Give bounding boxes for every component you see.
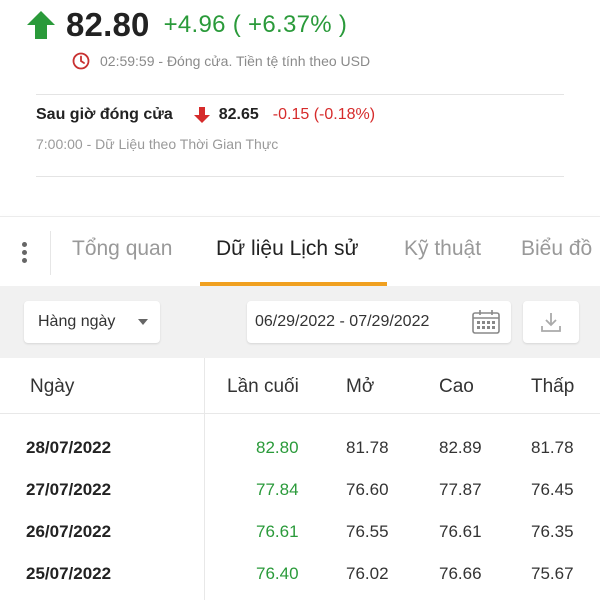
table-header: Ngày Lần cuối Mở Cao Thấp <box>0 358 600 414</box>
tab-technical[interactable]: Kỹ thuật <box>404 237 481 261</box>
cell-high: 82.89 <box>439 438 482 457</box>
date-range-label: 06/29/2022 - 07/29/2022 <box>255 313 430 330</box>
after-hours-label: Sau giờ đóng cửa <box>36 106 173 123</box>
tab-chart[interactable]: Biểu đồ <box>521 237 592 261</box>
after-hours-price: 82.65 <box>218 106 259 123</box>
cell-high: 76.61 <box>439 522 482 541</box>
divider <box>36 176 564 177</box>
arrow-down-icon <box>193 107 210 123</box>
tab-divider <box>50 231 51 275</box>
divider <box>36 94 564 95</box>
quote-panel: 82.80 +4.96 ( +6.37% ) 02:59:59 - Đóng c… <box>0 0 600 216</box>
download-icon <box>541 313 561 332</box>
price-change: +4.96 ( +6.37% ) <box>163 11 348 38</box>
close-info-text: 02:59:59 - Đóng cửa. Tiền tệ tính theo U… <box>100 53 371 69</box>
cell-last: 77.84 <box>256 480 299 499</box>
table-row: 28/07/2022 82.80 81.78 82.89 81.78 <box>0 426 600 468</box>
after-hours-subtext: 7:00:00 - Dữ Liệu theo Thời Gian Thực <box>36 136 279 152</box>
tab-historical-data[interactable]: Dữ liệu Lịch sử <box>216 237 359 261</box>
cell-low: 81.78 <box>531 438 574 457</box>
price-row: 82.80 +4.96 ( +6.37% ) <box>26 6 347 44</box>
column-header-high[interactable]: Cao <box>439 376 474 398</box>
tab-overview[interactable]: Tổng quan <box>72 237 172 261</box>
cell-low: 76.45 <box>531 480 574 499</box>
calendar-icon <box>472 310 500 334</box>
arrow-up-icon <box>27 11 55 39</box>
column-header-low[interactable]: Thấp <box>531 376 574 398</box>
table-row: 25/07/2022 76.40 76.02 76.66 75.67 <box>0 552 600 594</box>
cell-last: 82.80 <box>256 438 299 457</box>
close-info-row: 02:59:59 - Đóng cửa. Tiền tệ tính theo U… <box>72 52 370 70</box>
column-header-open[interactable]: Mở <box>346 376 374 398</box>
cell-date: 28/07/2022 <box>26 438 112 457</box>
cell-high: 76.66 <box>439 564 482 583</box>
cell-low: 75.67 <box>531 564 574 583</box>
more-vertical-icon[interactable] <box>14 239 34 267</box>
chevron-down-icon <box>138 319 148 325</box>
cell-date: 27/07/2022 <box>26 480 112 499</box>
tab-bar: Tổng quan Dữ liệu Lịch sử Kỹ thuật Biểu … <box>0 216 600 286</box>
cell-date: 26/07/2022 <box>26 522 112 541</box>
column-header-last[interactable]: Lần cuối <box>227 376 299 398</box>
table-row: 27/07/2022 77.84 76.60 77.87 76.45 <box>0 468 600 510</box>
cell-low: 76.35 <box>531 522 574 541</box>
cell-high: 77.87 <box>439 480 482 499</box>
period-dropdown[interactable]: Hàng ngày <box>24 301 160 343</box>
download-button[interactable] <box>523 301 579 343</box>
cell-date: 25/07/2022 <box>26 564 112 583</box>
date-range-picker[interactable]: 06/29/2022 - 07/29/2022 <box>247 301 511 343</box>
clock-icon <box>72 52 90 70</box>
cell-last: 76.40 <box>256 564 299 583</box>
period-label: Hàng ngày <box>38 313 116 330</box>
table-row: 26/07/2022 76.61 76.55 76.61 76.35 <box>0 510 600 552</box>
after-hours-change: -0.15 (-0.18%) <box>272 106 376 123</box>
cell-open: 81.78 <box>346 438 389 457</box>
last-price: 82.80 <box>66 6 150 43</box>
filter-bar: Hàng ngày 06/29/2022 - 07/29/2022 <box>0 286 600 358</box>
column-header-date[interactable]: Ngày <box>30 376 74 398</box>
cell-open: 76.55 <box>346 522 389 541</box>
cell-open: 76.60 <box>346 480 389 499</box>
cell-open: 76.02 <box>346 564 389 583</box>
after-hours-row: Sau giờ đóng cửa 82.65 -0.15 (-0.18%) <box>36 106 375 124</box>
cell-last: 76.61 <box>256 522 299 541</box>
